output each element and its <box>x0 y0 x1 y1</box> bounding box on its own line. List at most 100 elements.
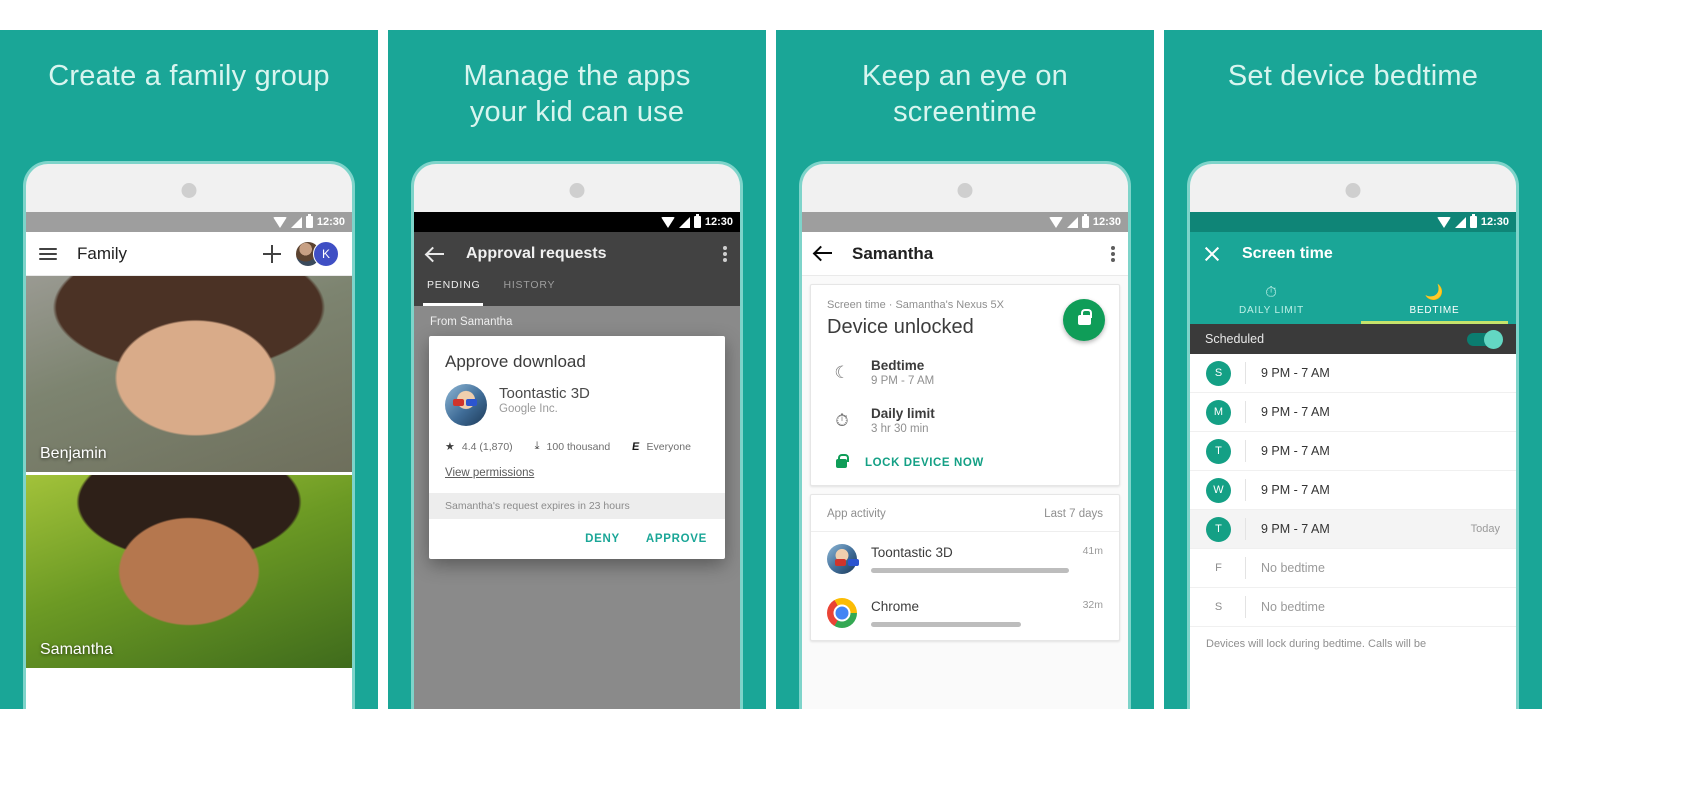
today-badge: Today <box>1470 523 1500 535</box>
approve-button[interactable]: APPROVE <box>646 533 707 545</box>
app-activity-body: Toontastic 3D <box>871 545 1069 573</box>
app-bar: Approval requests <box>414 232 740 276</box>
phone-mockup: 12:30 Family K Benjamin Samantha <box>26 164 352 709</box>
day-initial: W <box>1206 477 1231 503</box>
phone-mockup: 12:30 Samantha Screen time · Samantha's … <box>802 164 1128 709</box>
status-clock: 12:30 <box>704 216 733 228</box>
app-usage-time: 32m <box>1082 599 1103 611</box>
phone-speaker-icon <box>1345 183 1361 198</box>
status-icons <box>660 214 701 228</box>
wifi-icon <box>272 216 287 228</box>
status-clock: 12:30 <box>1480 216 1509 228</box>
scheduled-bar: Scheduled <box>1190 324 1516 354</box>
wifi-icon <box>1048 216 1063 228</box>
divider <box>1245 557 1246 579</box>
phone-screen: 12:30 Approval requests PENDING HISTORY … <box>414 212 740 709</box>
divider <box>1245 362 1246 384</box>
panel-title: Set device bedtime <box>1227 60 1479 92</box>
app-activity-row[interactable]: Toontastic 3D 41m <box>811 532 1119 586</box>
divider <box>1245 596 1246 618</box>
deny-button[interactable]: DENY <box>585 533 620 545</box>
phone-screen: 12:30 Family K Benjamin Samantha <box>26 212 352 709</box>
bedtime-day-row[interactable]: S No bedtime <box>1190 588 1516 627</box>
kebab-menu-icon[interactable] <box>1111 244 1115 264</box>
app-downloads: 100 thousand <box>546 440 611 453</box>
avatar-initial[interactable]: K <box>313 240 339 267</box>
phone-mockup: 12:30 Approval requests PENDING HISTORY … <box>414 164 740 709</box>
close-x-icon[interactable] <box>1204 246 1220 262</box>
lock-device-now-label: LOCK DEVICE NOW <box>865 457 984 469</box>
daily-limit-row[interactable]: ⏱ Daily limit 3 hr 30 min <box>827 406 1103 435</box>
app-bar: Samantha <box>802 232 1128 276</box>
tab-bedtime[interactable]: 🌙 BEDTIME <box>1353 276 1516 324</box>
day-time: 9 PM - 7 AM <box>1261 483 1330 497</box>
app-bar-title: Family <box>77 243 128 263</box>
bedtime-day-row-today[interactable]: T 9 PM - 7 AM Today <box>1190 510 1516 549</box>
panel-screen-time: Keep an eye on screentime 12:30 Samantha <box>776 30 1154 709</box>
bedtime-day-list: S 9 PM - 7 AM M 9 PM - 7 AM T 9 PM - 7 A… <box>1190 354 1516 627</box>
hamburger-icon[interactable] <box>39 245 57 263</box>
bedtime-row[interactable]: ☾ Bedtime 9 PM - 7 AM <box>827 358 1103 387</box>
status-bar: 12:30 <box>414 212 740 232</box>
screenshot-stage: Create a family group 12:30 Family K Ben… <box>0 0 1684 801</box>
day-time: 9 PM - 7 AM <box>1261 522 1330 536</box>
day-time: No bedtime <box>1261 561 1325 575</box>
stopwatch-icon: ⏱ <box>835 410 849 430</box>
avatar-group[interactable]: K <box>295 240 339 267</box>
signal-icon <box>1066 216 1078 228</box>
kebab-menu-icon[interactable] <box>723 244 727 264</box>
battery-icon <box>693 214 701 228</box>
daily-limit-text: Daily limit 3 hr 30 min <box>871 406 935 435</box>
request-from-label: From Samantha <box>430 316 513 328</box>
bedtime-day-row[interactable]: M 9 PM - 7 AM <box>1190 393 1516 432</box>
day-time: 9 PM - 7 AM <box>1261 405 1330 419</box>
bedtime-day-row[interactable]: T 9 PM - 7 AM <box>1190 432 1516 471</box>
phone-speaker-icon <box>957 183 973 198</box>
dialog-title: Approve download <box>445 352 586 371</box>
tab-daily-limit-label: DAILY LIMIT <box>1238 304 1305 316</box>
lock-device-now-button[interactable]: LOCK DEVICE NOW <box>827 453 1103 469</box>
day-time: No bedtime <box>1261 600 1325 614</box>
app-bar: Family K <box>26 232 352 276</box>
signal-icon <box>1454 216 1466 228</box>
app-name: Toontastic 3D <box>871 545 953 560</box>
app-activity-row[interactable]: Chrome 32m <box>811 586 1119 640</box>
member-name: Benjamin <box>40 445 107 462</box>
member-photo <box>26 276 352 472</box>
tab-history[interactable]: HISTORY <box>503 276 564 306</box>
status-bar: 12:30 <box>802 212 1128 232</box>
app-bar-title: Approval requests <box>466 245 607 262</box>
toontastic-icon <box>827 544 859 574</box>
moon-icon: 🌙 <box>1424 283 1445 301</box>
tab-bedtime-label: BEDTIME <box>1409 304 1460 316</box>
wifi-icon <box>660 216 675 228</box>
tab-pending[interactable]: PENDING <box>422 276 489 306</box>
app-activity-range: Last 7 days <box>1044 508 1103 520</box>
day-initial: T <box>1206 438 1231 464</box>
scheduled-toggle[interactable] <box>1467 329 1503 349</box>
lock-device-fab[interactable] <box>1063 299 1105 341</box>
family-member-card[interactable]: Benjamin <box>26 276 352 472</box>
status-icons <box>272 214 313 228</box>
status-icons <box>1048 214 1089 228</box>
bedtime-day-row[interactable]: F No bedtime <box>1190 549 1516 588</box>
back-arrow-icon[interactable] <box>427 246 444 263</box>
divider <box>1245 479 1246 501</box>
plus-icon[interactable] <box>263 244 281 263</box>
content-rating: Everyone <box>646 440 691 453</box>
tab-daily-limit[interactable]: ⏱ DAILY LIMIT <box>1190 276 1353 324</box>
phone-screen: 12:30 Screen time ⏱ DAILY LIMIT 🌙 BEDTIM… <box>1190 212 1516 709</box>
daily-limit-label: Daily limit <box>871 406 935 421</box>
app-rating: 4.4 (1,870) <box>461 440 513 453</box>
member-name: Samantha <box>40 641 113 658</box>
app-name: Toontastic 3D <box>499 385 590 402</box>
bedtime-day-row[interactable]: W 9 PM - 7 AM <box>1190 471 1516 510</box>
panel-device-bedtime: Set device bedtime 12:30 Screen time ⏱ D… <box>1164 30 1542 709</box>
bedtime-day-row[interactable]: S 9 PM - 7 AM <box>1190 354 1516 393</box>
status-clock: 12:30 <box>316 216 345 228</box>
back-arrow-icon[interactable] <box>815 245 832 262</box>
family-member-card[interactable]: Samantha <box>26 472 352 668</box>
status-bar: 12:30 <box>1190 212 1516 232</box>
panel-title: Keep an eye on screentime <box>862 60 1068 128</box>
view-permissions-link[interactable]: View permissions <box>445 467 709 479</box>
